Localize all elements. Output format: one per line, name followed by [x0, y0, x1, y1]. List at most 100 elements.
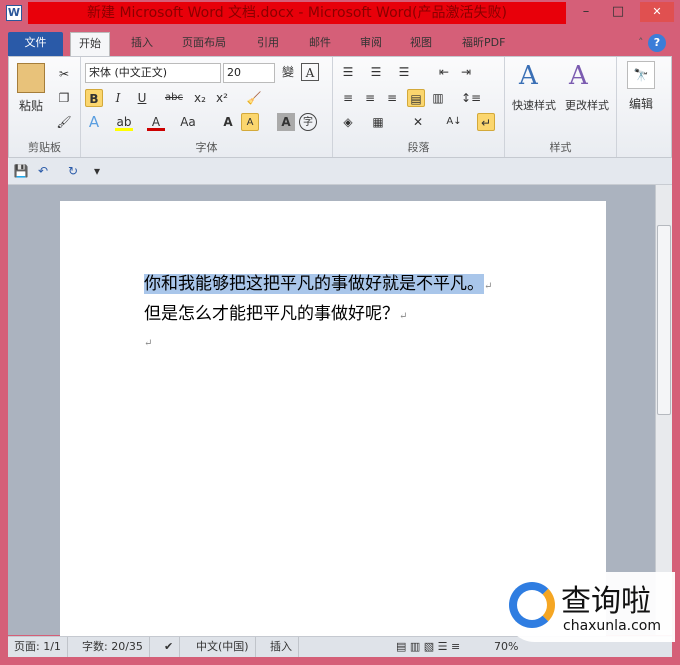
- editing-group: 🔭 编辑: [617, 57, 671, 157]
- tab-review[interactable]: 审阅: [352, 32, 390, 56]
- save-icon[interactable]: 💾: [12, 162, 30, 180]
- watermark-text: 查询啦: [561, 584, 651, 619]
- paragraph-mark: ↵: [484, 281, 493, 292]
- window-title: 新建 Microsoft Word 文档.docx - Microsoft Wo…: [28, 2, 566, 24]
- line-spacing-icon[interactable]: ↕≡: [461, 89, 481, 107]
- bullets-icon[interactable]: ☰: [339, 63, 357, 81]
- scroll-thumb[interactable]: [657, 225, 671, 415]
- vertical-scrollbar[interactable]: [655, 185, 672, 635]
- document-line-1[interactable]: 你和我能够把这把平凡的事做好就是不平凡。↵: [144, 269, 492, 294]
- title-bar: W 新建 Microsoft Word 文档.docx - Microsoft …: [0, 0, 680, 28]
- tab-insert[interactable]: 插入: [123, 32, 161, 56]
- shading-icon[interactable]: ◈: [339, 113, 357, 131]
- ribbon: 粘贴 ✂ ❐ 🖌 剪贴板 宋体 (中文正文) 20 變 A B I U abc …: [8, 56, 672, 158]
- text-effects-icon[interactable]: A: [85, 113, 103, 131]
- clipboard-label: 剪贴板: [28, 141, 61, 154]
- phonetic-guide-icon[interactable]: 變: [279, 63, 297, 81]
- font-name-select[interactable]: 宋体 (中文正文): [85, 63, 221, 83]
- document-line-3[interactable]: ↵: [144, 331, 152, 351]
- word-app-icon[interactable]: W: [6, 5, 22, 21]
- superscript-button[interactable]: x²: [213, 89, 231, 107]
- close-button[interactable]: ✕: [640, 2, 674, 22]
- insert-mode[interactable]: 插入: [264, 637, 299, 657]
- paste-button[interactable]: 粘贴: [15, 97, 47, 115]
- watermark-logo-icon: [509, 582, 555, 628]
- line-text: 但是怎么才能把平凡的事做好呢？: [144, 304, 399, 324]
- tab-references[interactable]: 引用: [249, 32, 287, 56]
- paragraph-group: ☰ ☰ ☰ ⇤ ⇥ ≡ ≡ ≡ ▤ ▥ ↕≡ ◈ ▦ ✕ A↓ ↵ 段落: [333, 57, 505, 157]
- styles-label: 样式: [549, 141, 572, 154]
- character-border-icon[interactable]: A: [301, 63, 319, 81]
- clear-formatting-icon[interactable]: 🧹: [245, 89, 263, 107]
- align-left-icon[interactable]: ≡: [339, 89, 357, 107]
- document-line-2[interactable]: 但是怎么才能把平凡的事做好呢？↵: [144, 299, 407, 324]
- grow-font-button[interactable]: A: [219, 113, 237, 131]
- highlight-color-icon[interactable]: ab: [115, 113, 133, 131]
- shrink-font-button[interactable]: A: [241, 113, 259, 131]
- strikethrough-button[interactable]: abc: [165, 89, 183, 107]
- font-group: 宋体 (中文正文) 20 變 A B I U abc x₂ x² 🧹 A ab …: [81, 57, 333, 157]
- quick-styles-button[interactable]: 快速样式: [507, 97, 561, 115]
- watermark: 查询啦 chaxunla.com: [505, 572, 675, 642]
- quick-access-toolbar: 💾 ↶ ↻ ▾: [8, 158, 672, 185]
- zoom-level[interactable]: 70%: [488, 637, 524, 657]
- tab-page-layout[interactable]: 页面布局: [174, 32, 234, 56]
- page-count[interactable]: 页面: 1/1: [8, 637, 68, 657]
- italic-button[interactable]: I: [109, 89, 127, 107]
- tab-mailings[interactable]: 邮件: [301, 32, 339, 56]
- paragraph-mark: ↵: [399, 311, 408, 322]
- language[interactable]: 中文(中国): [190, 637, 256, 657]
- distributed-icon[interactable]: ▥: [429, 89, 447, 107]
- selected-text[interactable]: 你和我能够把这把平凡的事做好就是不平凡。: [144, 274, 484, 294]
- paragraph-mark: ↵: [144, 338, 153, 349]
- redo-icon[interactable]: ↻: [64, 162, 82, 180]
- bold-button[interactable]: B: [85, 89, 103, 107]
- paste-icon[interactable]: [17, 63, 45, 93]
- ribbon-tabs: 文件 开始 插入 页面布局 引用 邮件 审阅 视图 福昕PDF ˄ ?: [8, 28, 672, 56]
- format-painter-icon[interactable]: 🖌: [55, 113, 73, 131]
- character-shading-icon[interactable]: A: [277, 113, 295, 131]
- tab-view[interactable]: 视图: [402, 32, 440, 56]
- multilevel-list-icon[interactable]: ☰: [395, 63, 413, 81]
- align-right-icon[interactable]: ≡: [383, 89, 401, 107]
- sort-icon[interactable]: A↓: [445, 113, 463, 131]
- undo-icon[interactable]: ↶: [34, 162, 52, 180]
- copy-icon[interactable]: ❐: [55, 89, 73, 107]
- show-marks-icon[interactable]: ↵: [477, 113, 495, 131]
- change-case-icon[interactable]: Aa: [179, 113, 197, 131]
- customize-toolbar-icon[interactable]: ▾: [88, 162, 106, 180]
- decrease-indent-icon[interactable]: ⇤: [435, 63, 453, 81]
- view-buttons[interactable]: ▤ ▥ ▧ ☰ ≡: [390, 637, 466, 657]
- change-styles-button[interactable]: 更改样式: [559, 97, 615, 115]
- styles-group: A A 快速样式 更改样式 样式: [505, 57, 617, 157]
- proofing-icon[interactable]: ✔: [158, 637, 181, 657]
- watermark-url: chaxunla.com: [563, 618, 661, 634]
- clipboard-group: 粘贴 ✂ ❐ 🖌 剪贴板: [9, 57, 81, 157]
- cut-icon[interactable]: ✂: [55, 65, 73, 83]
- font-label: 字体: [195, 141, 218, 154]
- tab-home[interactable]: 开始: [70, 32, 110, 56]
- chinese-layout-icon[interactable]: ✕: [409, 113, 427, 131]
- quick-styles-icon[interactable]: A: [519, 61, 538, 91]
- justify-icon[interactable]: ▤: [407, 89, 425, 107]
- change-styles-icon[interactable]: A: [569, 61, 588, 91]
- tab-foxit-pdf[interactable]: 福昕PDF: [454, 32, 513, 56]
- align-center-icon[interactable]: ≡: [361, 89, 379, 107]
- numbering-icon[interactable]: ☰: [367, 63, 385, 81]
- enclose-characters-icon[interactable]: 字: [299, 113, 317, 131]
- minimize-button[interactable]: –: [574, 4, 598, 22]
- tab-file[interactable]: 文件: [8, 32, 63, 56]
- increase-indent-icon[interactable]: ⇥: [457, 63, 475, 81]
- font-color-icon[interactable]: A: [147, 113, 165, 131]
- subscript-button[interactable]: x₂: [191, 89, 209, 107]
- help-icon[interactable]: ?: [648, 34, 666, 52]
- editing-button[interactable]: 编辑: [623, 95, 659, 113]
- find-icon[interactable]: 🔭: [627, 61, 655, 89]
- word-count[interactable]: 字数: 20/35: [76, 637, 150, 657]
- maximize-button[interactable]: □: [606, 4, 630, 22]
- document-area: 你和我能够把这把平凡的事做好就是不平凡。↵ 但是怎么才能把平凡的事做好呢？↵ ↵: [8, 185, 655, 641]
- borders-icon[interactable]: ▦: [369, 113, 387, 131]
- underline-button[interactable]: U: [133, 89, 151, 107]
- paragraph-label: 段落: [407, 141, 430, 154]
- font-size-select[interactable]: 20: [223, 63, 275, 83]
